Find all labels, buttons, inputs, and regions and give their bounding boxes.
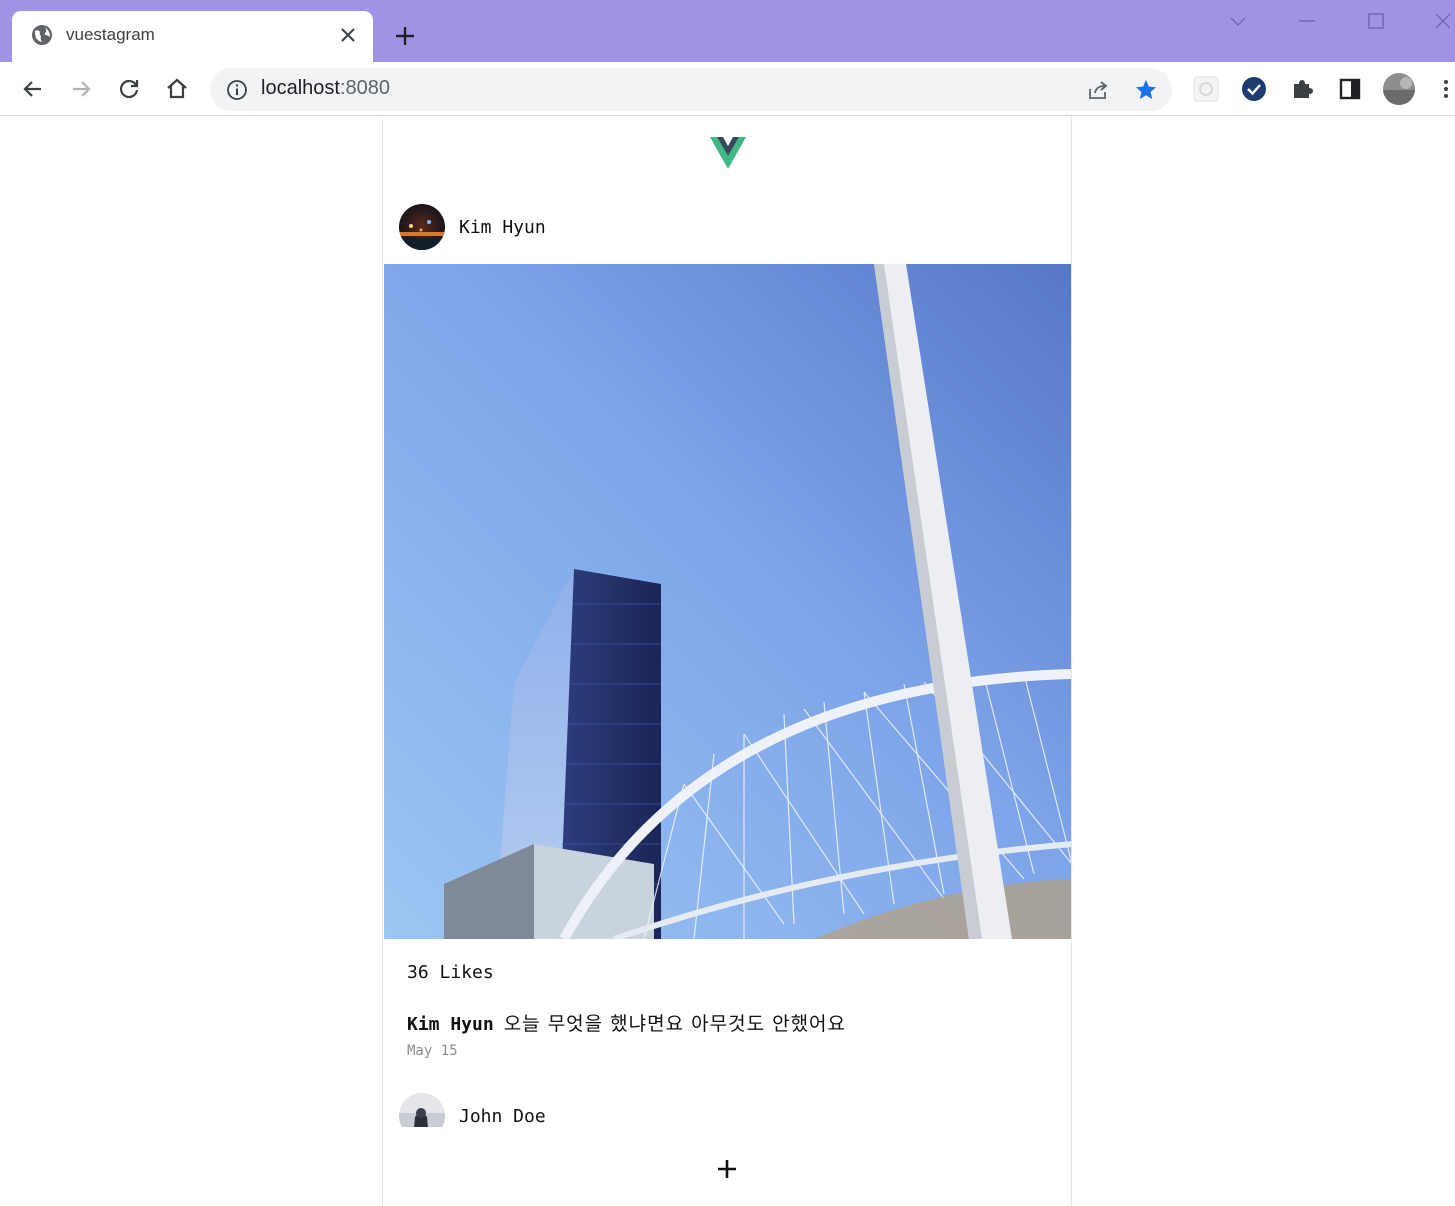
caption-text: 오늘 무엇을 했냐면요 아무것도 안했어요 — [503, 1013, 847, 1035]
more-menu-icon[interactable] — [1434, 75, 1455, 103]
vue-logo-icon — [710, 137, 746, 169]
extensions-puzzle-icon[interactable] — [1288, 75, 1316, 103]
home-icon[interactable] — [164, 76, 190, 102]
profile-avatar-icon[interactable] — [1382, 72, 1416, 106]
url-port: :8080 — [339, 77, 390, 99]
site-info-icon[interactable] — [226, 79, 248, 101]
side-panel-icon[interactable] — [1336, 75, 1364, 103]
browser-tab[interactable]: vuestagram — [12, 11, 373, 62]
tab-search-icon[interactable] — [1227, 10, 1249, 32]
extension-check-icon[interactable] — [1240, 75, 1268, 103]
back-icon[interactable] — [20, 76, 46, 102]
extension-gear-icon[interactable] — [1192, 75, 1220, 103]
bookmark-star-icon[interactable] — [1134, 78, 1158, 102]
address-bar[interactable]: localhost:8080 — [210, 68, 1172, 111]
url-host: localhost — [261, 77, 340, 99]
post-caption: Kim Hyun 오늘 무엇을 했냐면요 아무것도 안했어요 — [407, 1009, 846, 1036]
post-image — [384, 264, 1071, 939]
tab-strip: vuestagram — [0, 0, 1455, 62]
post-header: John Doe — [399, 1093, 799, 1127]
app-container: Kim Hyun 36 Likes Kim Hyun 오늘 무엇을 했냐면요 아… — [382, 117, 1072, 1206]
close-tab-icon[interactable] — [339, 26, 357, 44]
user-avatar[interactable] — [399, 204, 445, 250]
tab-title: vuestagram — [66, 25, 155, 44]
url-text[interactable]: localhost:8080 — [261, 77, 390, 100]
post-header: Kim Hyun — [399, 204, 546, 250]
new-tab-icon[interactable] — [393, 24, 417, 48]
forward-icon[interactable] — [68, 76, 94, 102]
post-username[interactable]: John Doe — [459, 1106, 546, 1127]
user-avatar[interactable] — [399, 1093, 445, 1127]
maximize-icon[interactable] — [1365, 10, 1387, 32]
close-window-icon[interactable] — [1432, 10, 1454, 32]
plus-icon[interactable] — [715, 1157, 739, 1181]
browser-toolbar: localhost:8080 — [0, 62, 1455, 116]
post-date: May 15 — [407, 1043, 458, 1059]
minimize-icon[interactable] — [1296, 10, 1318, 32]
globe-icon — [32, 25, 52, 45]
caption-username[interactable]: Kim Hyun — [407, 1014, 494, 1035]
reload-icon[interactable] — [116, 76, 142, 102]
share-icon[interactable] — [1086, 78, 1110, 102]
likes-count[interactable]: 36 Likes — [407, 962, 494, 983]
post-username[interactable]: Kim Hyun — [459, 217, 546, 238]
